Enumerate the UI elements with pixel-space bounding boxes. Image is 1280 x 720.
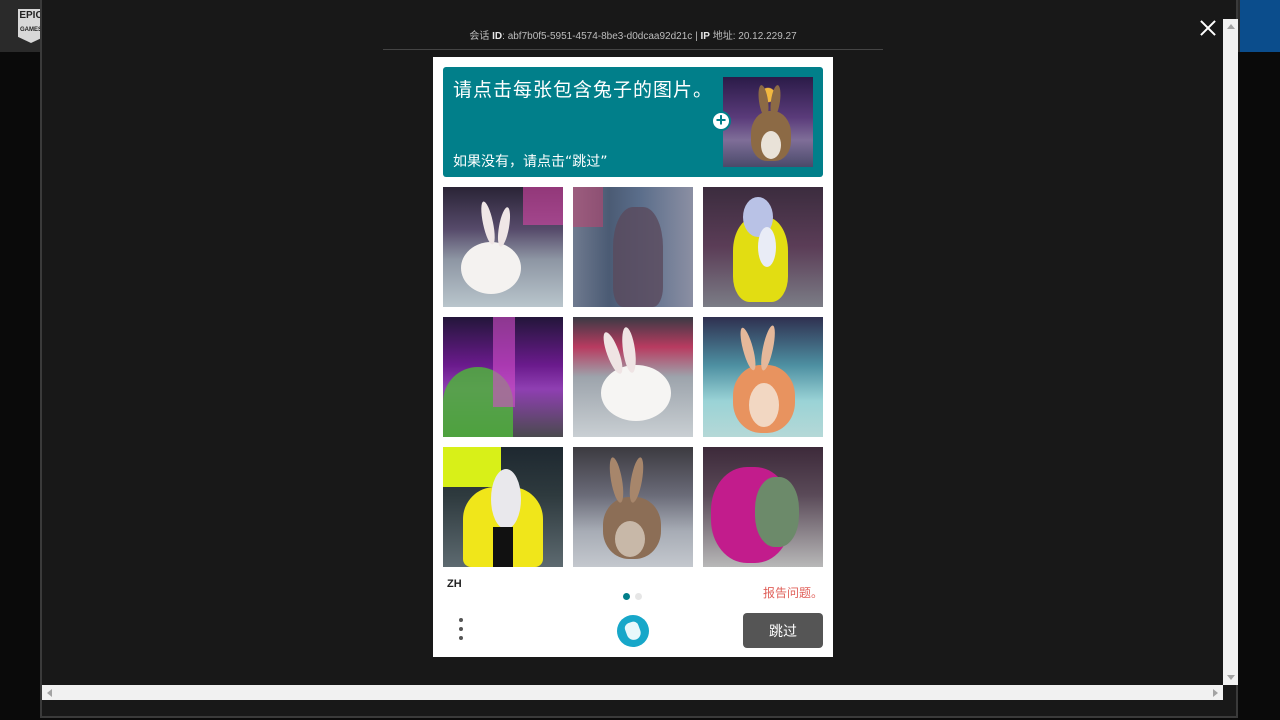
session-prefix: 会话 xyxy=(469,31,490,42)
image-tile[interactable] xyxy=(703,447,823,567)
captcha-card: 请点击每张包含兔子的图片。 如果没有，请点击“跳过” + ZH 报告问题。 跳过 xyxy=(433,57,833,657)
report-issue-link[interactable]: 报告问题。 xyxy=(763,584,823,601)
session-info: 会话 ID: abf7b0f5-5951-4574-8be3-d0dcaa92d… xyxy=(469,31,797,42)
horizontal-scrollbar[interactable] xyxy=(42,685,1223,700)
session-id-value: abf7b0f5-5951-4574-8be3-d0dcaa92d21c xyxy=(507,31,693,42)
close-icon[interactable] xyxy=(1196,16,1220,40)
session-id-label: ID xyxy=(492,31,503,42)
page-dot[interactable] xyxy=(635,593,642,600)
prompt-subtitle: 如果没有，请点击“跳过” xyxy=(453,154,608,170)
hcaptcha-logo-icon xyxy=(617,615,649,647)
background-blue-button xyxy=(1240,0,1280,52)
prompt-title: 请点击每张包含兔子的图片。 xyxy=(453,79,714,101)
session-separator: | xyxy=(695,31,698,42)
page-dot-active[interactable] xyxy=(623,593,630,600)
prompt-banner: 请点击每张包含兔子的图片。 如果没有，请点击“跳过” + xyxy=(443,67,823,177)
image-tile[interactable] xyxy=(443,317,563,437)
image-tile[interactable] xyxy=(703,317,823,437)
menu-dots-icon[interactable] xyxy=(457,618,465,644)
captcha-modal: 会话 ID: abf7b0f5-5951-4574-8be3-d0dcaa92d… xyxy=(40,0,1238,718)
language-selector[interactable]: ZH xyxy=(447,578,462,590)
page-dots xyxy=(623,587,647,605)
image-tile[interactable] xyxy=(703,187,823,307)
image-tile[interactable] xyxy=(573,317,693,437)
ip-label: IP xyxy=(700,31,710,42)
image-tile[interactable] xyxy=(573,447,693,567)
image-tile[interactable] xyxy=(443,447,563,567)
ip-suffix: 地址 xyxy=(712,31,733,42)
skip-button[interactable]: 跳过 xyxy=(743,613,823,648)
vertical-scrollbar[interactable] xyxy=(1223,19,1238,685)
example-rabbit-image xyxy=(723,77,813,167)
divider xyxy=(383,49,883,50)
image-tile[interactable] xyxy=(573,187,693,307)
image-grid xyxy=(443,187,823,567)
ip-value: 20.12.229.27 xyxy=(738,31,797,42)
plus-circle-icon: + xyxy=(711,111,731,131)
image-tile[interactable] xyxy=(443,187,563,307)
